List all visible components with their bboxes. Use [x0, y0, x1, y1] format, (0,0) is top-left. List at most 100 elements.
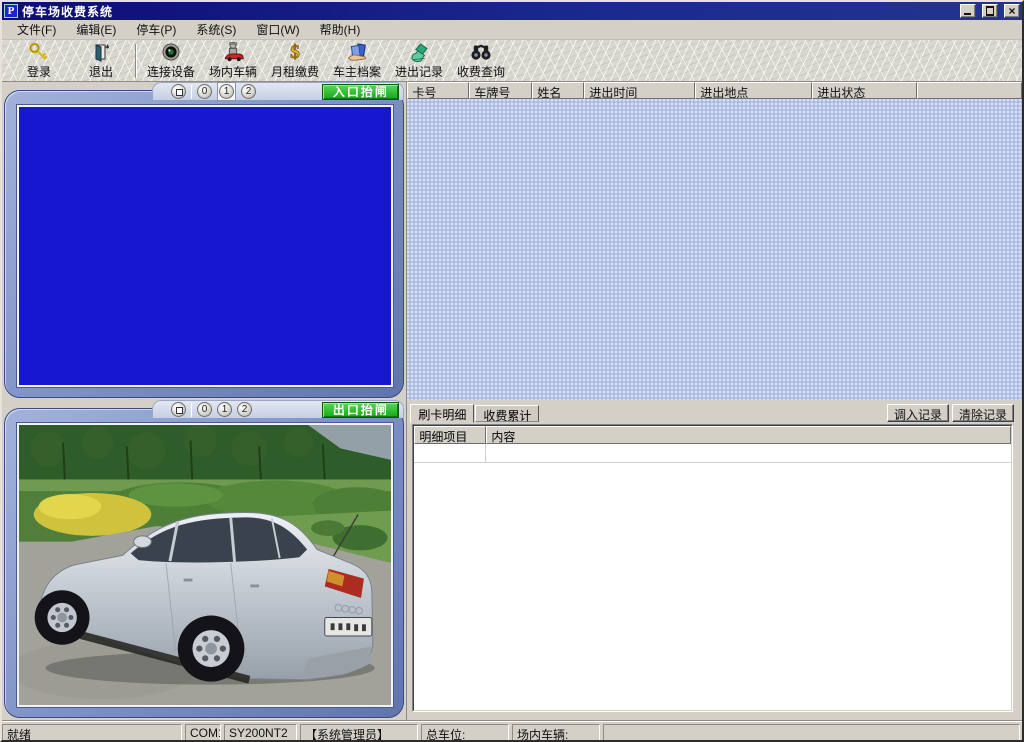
header-divider [191, 403, 192, 417]
fee-query-button[interactable]: 收费查询 [450, 42, 512, 80]
records-list-body[interactable] [407, 99, 1022, 400]
exit-camera-0-button[interactable]: 0 [197, 402, 212, 417]
close-button[interactable]: × [1004, 4, 1020, 18]
app-icon: P [4, 4, 18, 18]
binoculars-icon [470, 42, 492, 62]
entry-video-frame [4, 90, 404, 398]
entry-camera-2-button[interactable]: 2 [241, 84, 256, 99]
restore-icon [986, 7, 994, 15]
col-entry-exit-time[interactable]: 进出时间 [584, 82, 695, 99]
titlebar: P 停车场收费系统 × [2, 2, 1022, 20]
tab-fee-total[interactable]: 收费累计 [475, 405, 539, 422]
menu-edit[interactable]: 编辑(E) [67, 19, 125, 40]
owner-file-icon [346, 42, 368, 62]
detail-grid: 明细项目 内容 [412, 424, 1013, 712]
toolbar-label: 登录 [27, 63, 51, 80]
exit-monitor-header: 0 1 2 出口抬闸 [152, 400, 404, 418]
connect-device-button[interactable]: 连接设备 [140, 42, 202, 80]
exit-video-frame [4, 408, 404, 718]
exit-stop-button[interactable] [171, 402, 186, 417]
menu-file[interactable]: 文件(F) [8, 19, 65, 40]
col-filler [917, 82, 1022, 99]
camera-column: 0 1 2 入口抬闸 0 [2, 82, 406, 720]
toolbar-label: 场内车辆 [209, 63, 257, 80]
toolbar-label: 退出 [89, 63, 113, 80]
camera-lens-icon [161, 42, 181, 62]
menubar: 文件(F) 编辑(E) 停车(P) 系统(S) 窗口(W) 帮助(H) [2, 20, 1022, 40]
exit-camera-2-button[interactable]: 2 [237, 402, 252, 417]
menu-window[interactable]: 窗口(W) [247, 19, 308, 40]
app-window: P 停车场收费系统 × 文件(F) 编辑(E) 停车(P) 系统(S) 窗口(W… [0, 0, 1024, 742]
exit-camera-1-button[interactable]: 1 [217, 402, 232, 417]
window-title: 停车场收费系统 [22, 3, 954, 20]
records-column: 卡号 车牌号 姓名 进出时间 进出地点 进出状态 刷卡明细 收费累计 调入记录 [406, 82, 1022, 720]
load-records-button[interactable]: 调入记录 [887, 404, 949, 422]
clear-records-button[interactable]: 清除记录 [952, 404, 1014, 422]
detail-grid-inner: 明细项目 内容 [413, 425, 1012, 711]
detail-grid-body [414, 463, 1011, 710]
entry-video-screen [17, 105, 393, 387]
menu-parking[interactable]: 停车(P) [127, 19, 185, 40]
toolbar: 登录 退出 连接设备 [2, 40, 1022, 82]
exit-gate-open-button[interactable]: 出口抬闸 [322, 402, 399, 418]
menu-help[interactable]: 帮助(H) [311, 19, 370, 40]
entry-monitor-panel: 0 1 2 入口抬闸 [2, 82, 406, 400]
minimize-button[interactable] [960, 4, 976, 18]
main-area: 0 1 2 入口抬闸 0 [2, 82, 1022, 720]
toolbar-separator [135, 44, 137, 78]
exit-button[interactable]: 退出 [70, 42, 132, 80]
entry-monitor-header: 0 1 2 入口抬闸 [152, 82, 404, 100]
col-name[interactable]: 姓名 [532, 82, 584, 99]
status-operator: 【系统管理员】 [300, 724, 418, 742]
brush-icon [408, 42, 430, 62]
entry-gate-open-button[interactable]: 入口抬闸 [322, 84, 399, 100]
detail-grid-header: 明细项目 内容 [414, 426, 1011, 444]
status-vehicles-inside: 场内车辆: [512, 724, 600, 742]
header-divider [191, 85, 192, 99]
toolbar-label: 月租缴费 [271, 63, 319, 80]
toolbar-label: 进出记录 [395, 63, 443, 80]
status-com-port: COM1 [185, 724, 221, 742]
entry-stop-button[interactable] [171, 84, 186, 99]
car-photo [19, 425, 391, 705]
key-icon [28, 42, 50, 62]
detail-panel: 刷卡明细 收费累计 调入记录 清除记录 明细项目 内容 [406, 400, 1022, 720]
col-detail-content: 内容 [486, 426, 1011, 444]
attendant-car-icon [222, 41, 244, 62]
entry-camera-1-button[interactable]: 1 [219, 84, 234, 99]
monthly-payment-button[interactable]: $ 月租缴费 [264, 42, 326, 80]
exit-monitor-panel: 0 1 2 出口抬闸 [2, 400, 406, 720]
restore-button[interactable] [982, 4, 998, 18]
exit-video-screen [17, 423, 393, 707]
detail-empty-row [414, 444, 1011, 463]
col-plate-number[interactable]: 车牌号 [469, 82, 532, 99]
minimize-icon [964, 13, 971, 15]
col-entry-exit-place[interactable]: 进出地点 [695, 82, 812, 99]
toolbar-label: 车主档案 [333, 63, 381, 80]
entry-camera-selected-frame: 1 [217, 82, 236, 101]
records-listview: 卡号 车牌号 姓名 进出时间 进出地点 进出状态 [406, 82, 1022, 400]
exit-video-feed [19, 425, 391, 705]
toolbar-label: 收费查询 [457, 63, 505, 80]
detail-tabstrip: 刷卡明细 收费累计 调入记录 清除记录 [407, 400, 1022, 422]
entry-exit-records-button[interactable]: 进出记录 [388, 42, 450, 80]
status-device-model: SY200NT2 [224, 724, 297, 742]
status-filler [603, 724, 1020, 742]
login-button[interactable]: 登录 [8, 42, 70, 80]
entry-video-feed [19, 107, 391, 385]
status-ready: 就绪 [2, 724, 182, 742]
col-card-number[interactable]: 卡号 [407, 82, 469, 99]
statusbar: 就绪 COM1 SY200NT2 【系统管理员】 总车位: 场内车辆: [2, 722, 1022, 742]
detail-empty-cell [414, 444, 486, 462]
owner-archives-button[interactable]: 车主档案 [326, 42, 388, 80]
toolbar-label: 连接设备 [147, 63, 195, 80]
vehicles-in-lot-button[interactable]: 场内车辆 [202, 42, 264, 80]
menu-system[interactable]: 系统(S) [187, 19, 245, 40]
status-total-spaces: 总车位: [421, 724, 509, 742]
exit-door-icon [91, 42, 111, 62]
col-entry-exit-status[interactable]: 进出状态 [812, 82, 917, 99]
entry-camera-0-button[interactable]: 0 [197, 84, 212, 99]
col-detail-item: 明细项目 [414, 426, 486, 444]
tab-swipe-detail[interactable]: 刷卡明细 [410, 404, 474, 423]
close-icon: × [1008, 4, 1015, 18]
